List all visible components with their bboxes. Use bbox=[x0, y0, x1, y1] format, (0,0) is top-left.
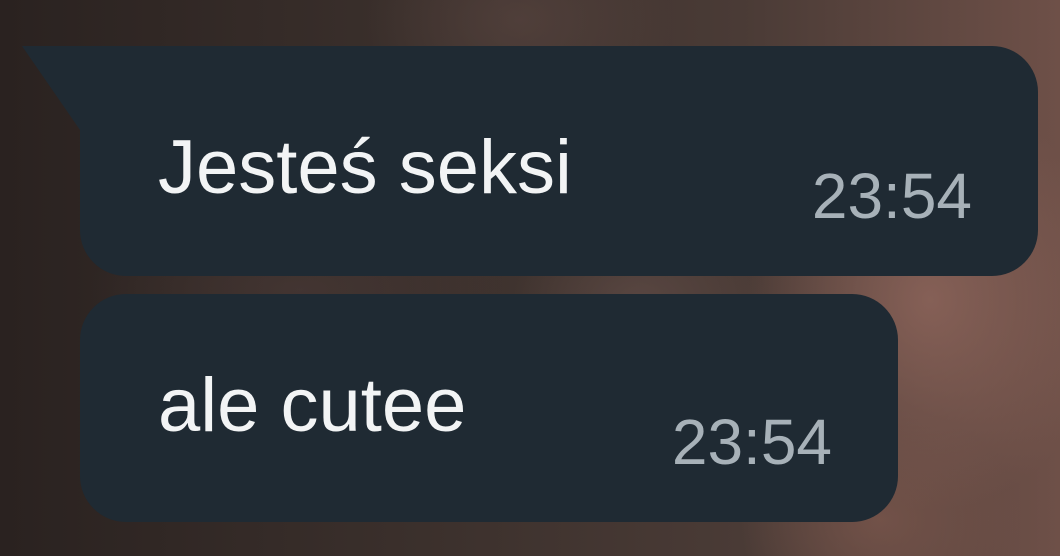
message-timestamp: 23:54 bbox=[811, 160, 972, 232]
message-timestamp: 23:54 bbox=[671, 406, 832, 478]
message-text: Jesteś seksi bbox=[158, 125, 572, 210]
message-bubble[interactable]: Jesteś seksi 23:54 bbox=[22, 46, 1038, 276]
bubble-tail bbox=[22, 46, 80, 130]
message-bubble[interactable]: ale cutee 23:54 bbox=[80, 294, 898, 522]
message-text: ale cutee bbox=[158, 363, 467, 448]
